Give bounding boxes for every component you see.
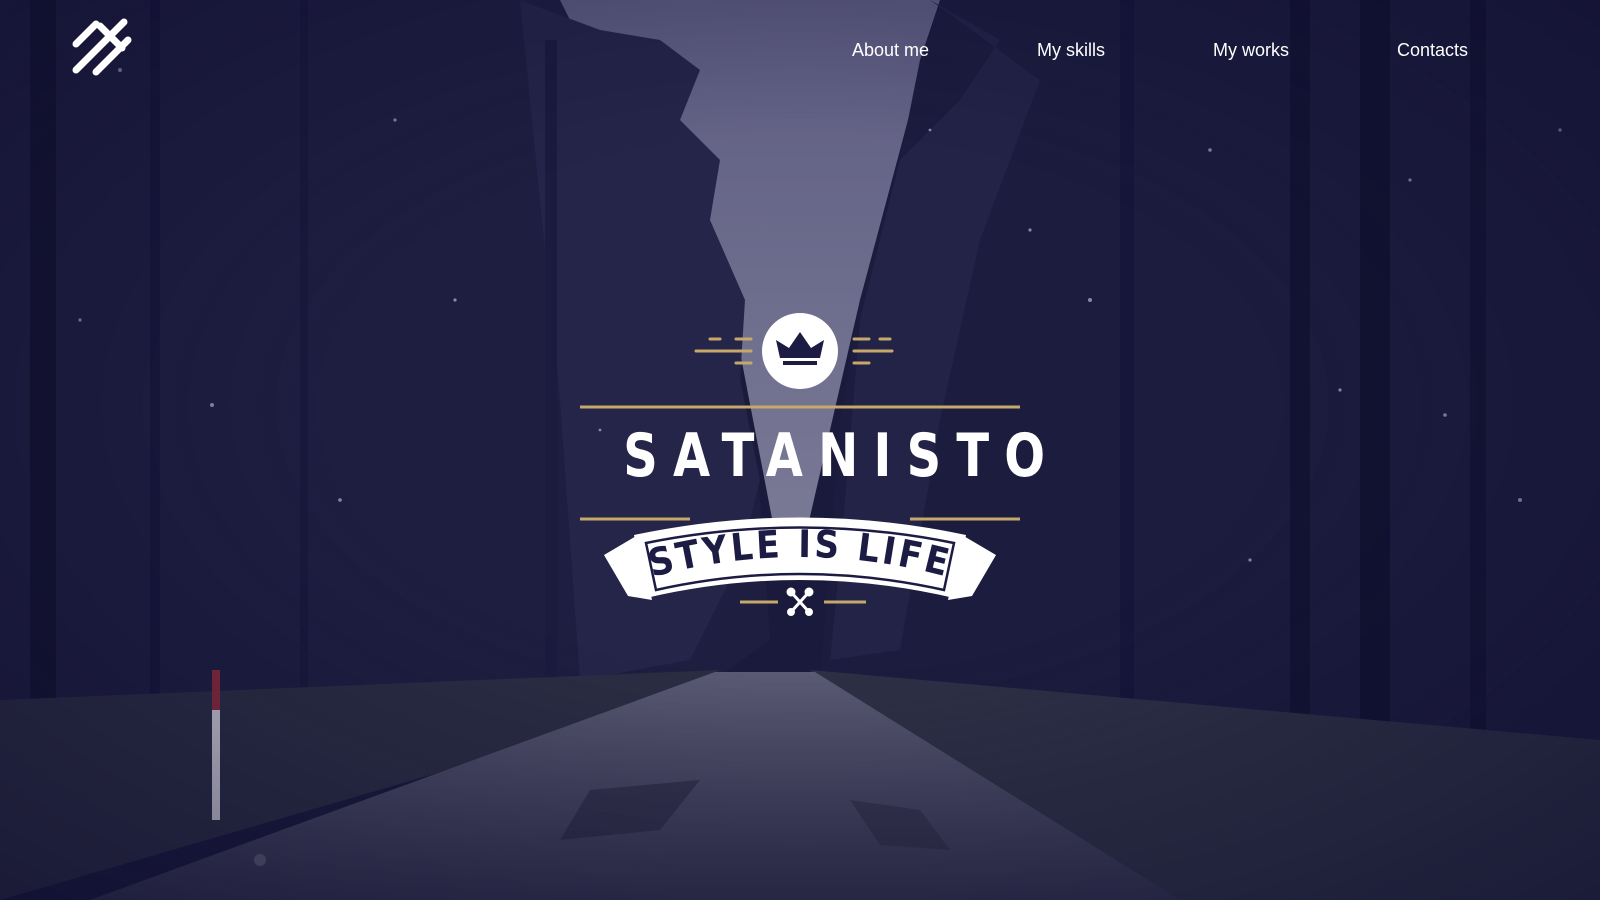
tagline-ribbon: STYLE IS LIFE (604, 517, 996, 600)
crossed-arrows-icon (786, 587, 814, 616)
nav-item-contacts[interactable]: Contacts (1397, 38, 1468, 62)
nav-item-my-works[interactable]: My works (1213, 38, 1289, 62)
crown-icon (762, 313, 838, 389)
main-navigation: About me My skills My works Contacts (0, 38, 1600, 62)
nav-item-about-me[interactable]: About me (852, 38, 929, 62)
nav-item-my-skills[interactable]: My skills (1037, 38, 1105, 62)
landing-page: About me My skills My works Contacts STY… (0, 0, 1600, 900)
hero-emblem: STYLE IS LIFE SATANISTO (560, 300, 1061, 630)
brand-title: SATANISTO (623, 421, 1061, 491)
